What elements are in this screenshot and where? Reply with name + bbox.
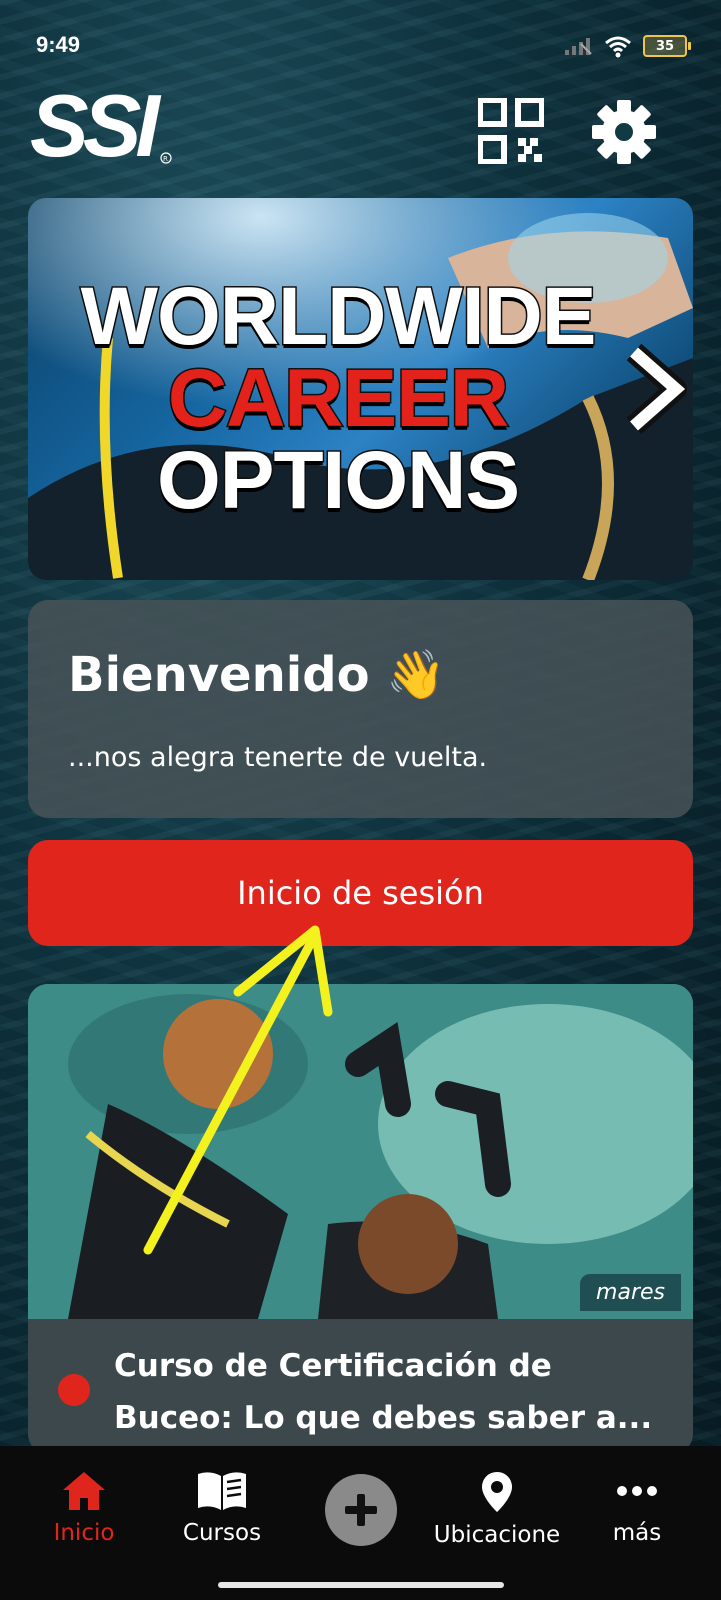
- article-card[interactable]: mares Curso de Certificación de Buceo: L…: [28, 984, 693, 1454]
- welcome-card: Bienvenido 👋 ...nos alegra tenerte de vu…: [28, 600, 693, 818]
- status-time: 9:49: [36, 32, 81, 57]
- banner-line-3: OPTIONS: [155, 435, 521, 526]
- nav-label-ubicaciones: Ubicacione: [433, 1522, 561, 1548]
- article-divers-image: [28, 984, 693, 1319]
- more-dots-icon: [617, 1486, 657, 1496]
- location-pin-icon: [482, 1472, 512, 1512]
- nav-item-cursos[interactable]: Cursos: [157, 1470, 287, 1546]
- welcome-subtitle: ...nos alegra tenerte de vuelta.: [68, 742, 488, 773]
- gear-icon: [592, 100, 656, 164]
- unread-dot: [58, 1374, 90, 1406]
- banner-line-1: WORLDWIDE: [79, 271, 598, 362]
- banner-line-2: CAREER: [166, 353, 510, 444]
- banner-headline: WORLDWIDE CAREER OPTIONS: [68, 271, 608, 526]
- svg-text:R: R: [163, 155, 168, 163]
- welcome-title: Bienvenido 👋: [68, 647, 447, 703]
- nav-label-cursos: Cursos: [182, 1520, 262, 1546]
- plus-icon: [345, 1494, 377, 1526]
- book-icon: [198, 1472, 246, 1510]
- bottom-nav: Inicio Cursos Ubicacione más: [0, 1446, 721, 1600]
- status-bar: 9:49 35: [0, 0, 721, 90]
- status-icons: 35: [563, 34, 691, 58]
- promo-banner[interactable]: WORLDWIDE CAREER OPTIONS: [28, 198, 693, 580]
- home-icon: [63, 1472, 105, 1510]
- chevron-right-icon: [626, 344, 687, 434]
- battery-icon: 35: [643, 35, 691, 57]
- nav-item-inicio[interactable]: Inicio: [19, 1470, 149, 1546]
- settings-button[interactable]: [590, 98, 658, 166]
- nav-label-inicio: Inicio: [53, 1520, 115, 1546]
- add-button[interactable]: [325, 1474, 397, 1546]
- ssi-logo: SSI R: [30, 86, 172, 166]
- battery-level: 35: [655, 38, 675, 54]
- nav-item-mas[interactable]: más: [572, 1470, 702, 1546]
- qr-code-icon: [477, 97, 545, 165]
- qr-code-button[interactable]: [477, 97, 545, 165]
- wifi-icon: [605, 36, 631, 58]
- signal-icon: [565, 38, 592, 55]
- logo-text: SSI: [30, 86, 161, 166]
- login-button[interactable]: Inicio de sesión: [28, 840, 693, 946]
- nav-item-ubicaciones[interactable]: Ubicacione: [432, 1470, 562, 1548]
- article-title: Curso de Certificación de Buceo: Lo que …: [114, 1348, 653, 1436]
- home-indicator[interactable]: [218, 1582, 504, 1588]
- brand-tag: mares: [580, 1274, 681, 1311]
- nav-label-mas: más: [612, 1520, 662, 1546]
